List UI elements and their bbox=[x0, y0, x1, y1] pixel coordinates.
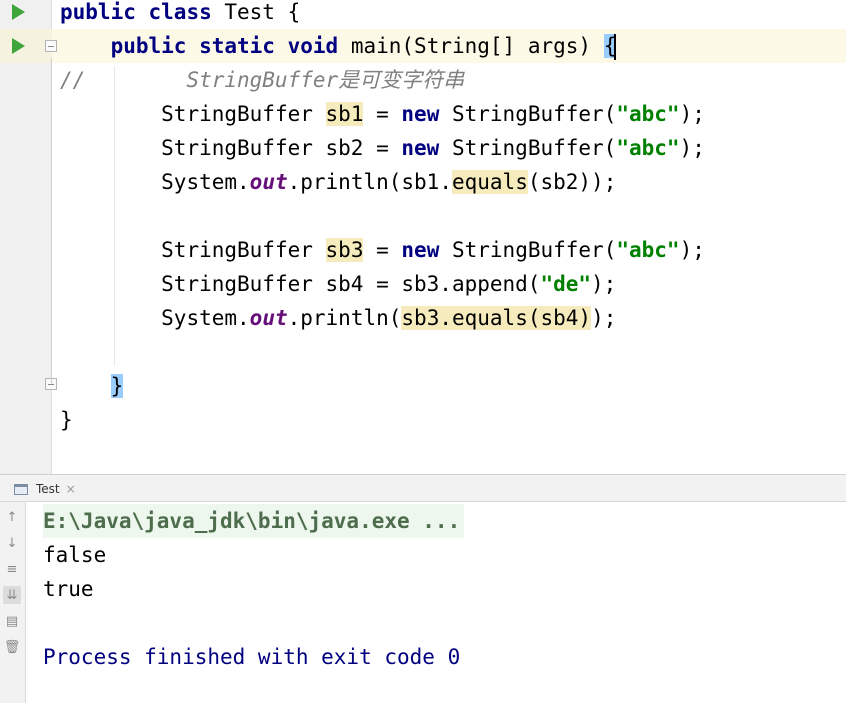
static-field: out bbox=[249, 170, 288, 194]
code-text: Test { bbox=[211, 0, 301, 24]
static-field: out bbox=[249, 306, 288, 330]
code-text: ); bbox=[679, 136, 705, 160]
matched-brace: } bbox=[110, 374, 124, 398]
code-line-3[interactable]: // StringBuffer是可变字符串 bbox=[60, 63, 464, 97]
console-icon bbox=[14, 483, 28, 495]
string-literal: "abc" bbox=[616, 238, 680, 262]
code-line-1[interactable]: public class Test { bbox=[60, 0, 300, 29]
run-class-icon[interactable] bbox=[12, 4, 25, 20]
string-literal: "de" bbox=[540, 272, 592, 296]
code-text: .println( bbox=[287, 306, 402, 330]
text-caret bbox=[614, 34, 617, 60]
keyword: new bbox=[401, 238, 440, 262]
keyword: public bbox=[60, 0, 136, 24]
code-line-13[interactable]: } bbox=[60, 403, 73, 437]
string-literal: "abc" bbox=[616, 102, 680, 126]
trash-icon[interactable]: 🗑 bbox=[3, 638, 21, 656]
usage-highlight: sb3.equals(sb4) bbox=[401, 306, 592, 330]
usage-highlight: equals bbox=[451, 170, 528, 194]
code-line-2[interactable]: public static void main(String[] args) { bbox=[60, 29, 617, 63]
run-main-icon[interactable] bbox=[12, 38, 25, 54]
code-text: = bbox=[363, 238, 402, 262]
usage-highlight: sb3 bbox=[325, 238, 364, 262]
code-text: StringBuffer( bbox=[439, 136, 617, 160]
code-line-4[interactable]: StringBuffer sb1 = new StringBuffer("abc… bbox=[60, 97, 705, 131]
code-line-5[interactable]: StringBuffer sb2 = new StringBuffer("abc… bbox=[60, 131, 705, 165]
fold-method-icon[interactable] bbox=[45, 40, 57, 52]
keyword: void bbox=[287, 34, 339, 58]
fold-guide-line bbox=[51, 58, 52, 384]
code-text: ); bbox=[679, 238, 705, 262]
code-text: = bbox=[363, 102, 402, 126]
arrow-up-icon[interactable]: ↑ bbox=[3, 508, 21, 526]
editor-gutter bbox=[0, 0, 52, 474]
string-literal: "abc" bbox=[616, 136, 680, 160]
code-line-10[interactable]: System.out.println(sb3.equals(sb4)); bbox=[60, 301, 616, 335]
keyword: new bbox=[401, 136, 440, 160]
code-text: StringBuffer bbox=[161, 238, 326, 262]
keyword: class bbox=[148, 0, 212, 24]
run-tab-test[interactable]: Test × bbox=[14, 480, 76, 498]
keyword: static bbox=[199, 34, 275, 58]
code-text: StringBuffer( bbox=[439, 238, 617, 262]
console-output-line: false bbox=[43, 543, 107, 567]
console-output[interactable]: E:\Java\java_jdk\bin\java.exe ... false … bbox=[27, 502, 846, 703]
close-icon[interactable]: × bbox=[66, 482, 76, 496]
code-text: } bbox=[60, 408, 73, 432]
scroll-to-end-icon[interactable]: ⇊ bbox=[3, 586, 21, 604]
code-text: StringBuffer( bbox=[439, 102, 617, 126]
run-tab-label: Test bbox=[36, 482, 60, 496]
code-text: ); bbox=[591, 306, 617, 330]
code-line-9[interactable]: StringBuffer sb4 = sb3.append("de"); bbox=[60, 267, 616, 301]
code-text: (sb2)); bbox=[527, 170, 617, 194]
comment-text: // StringBuffer是可变字符串 bbox=[60, 68, 465, 92]
usage-highlight: sb1 bbox=[325, 102, 364, 126]
run-tab-bar: Test × bbox=[0, 474, 846, 502]
code-line-6[interactable]: System.out.println(sb1.equals(sb2)); bbox=[60, 165, 616, 199]
soft-wrap-icon[interactable]: ≡ bbox=[3, 560, 21, 578]
code-text: ); bbox=[591, 272, 617, 296]
keyword: public bbox=[110, 34, 187, 58]
code-text: StringBuffer bbox=[161, 102, 326, 126]
code-text: StringBuffer sb4 = sb3.append( bbox=[161, 272, 541, 296]
code-text: .println(sb1. bbox=[287, 170, 452, 194]
code-editor[interactable]: public class Test { public static void m… bbox=[0, 0, 846, 474]
print-icon[interactable]: ▤ bbox=[3, 612, 21, 630]
console-command-line: E:\Java\java_jdk\bin\java.exe ... bbox=[43, 504, 465, 538]
code-text: System. bbox=[161, 306, 250, 330]
keyword: new bbox=[401, 102, 440, 126]
code-text: System. bbox=[161, 170, 250, 194]
code-text: main(String[] args) bbox=[338, 34, 604, 58]
code-text: ); bbox=[679, 102, 705, 126]
run-toolbar: ↑ ↓ ≡ ⇊ ▤ 🗑 bbox=[0, 502, 26, 703]
console-output-line: true bbox=[43, 577, 94, 601]
code-text: StringBuffer sb2 = bbox=[161, 136, 402, 160]
console-exit-message: Process finished with exit code 0 bbox=[43, 645, 461, 669]
code-line-12[interactable]: } bbox=[60, 369, 124, 403]
arrow-down-icon[interactable]: ↓ bbox=[3, 534, 21, 552]
code-line-8[interactable]: StringBuffer sb3 = new StringBuffer("abc… bbox=[60, 233, 705, 267]
